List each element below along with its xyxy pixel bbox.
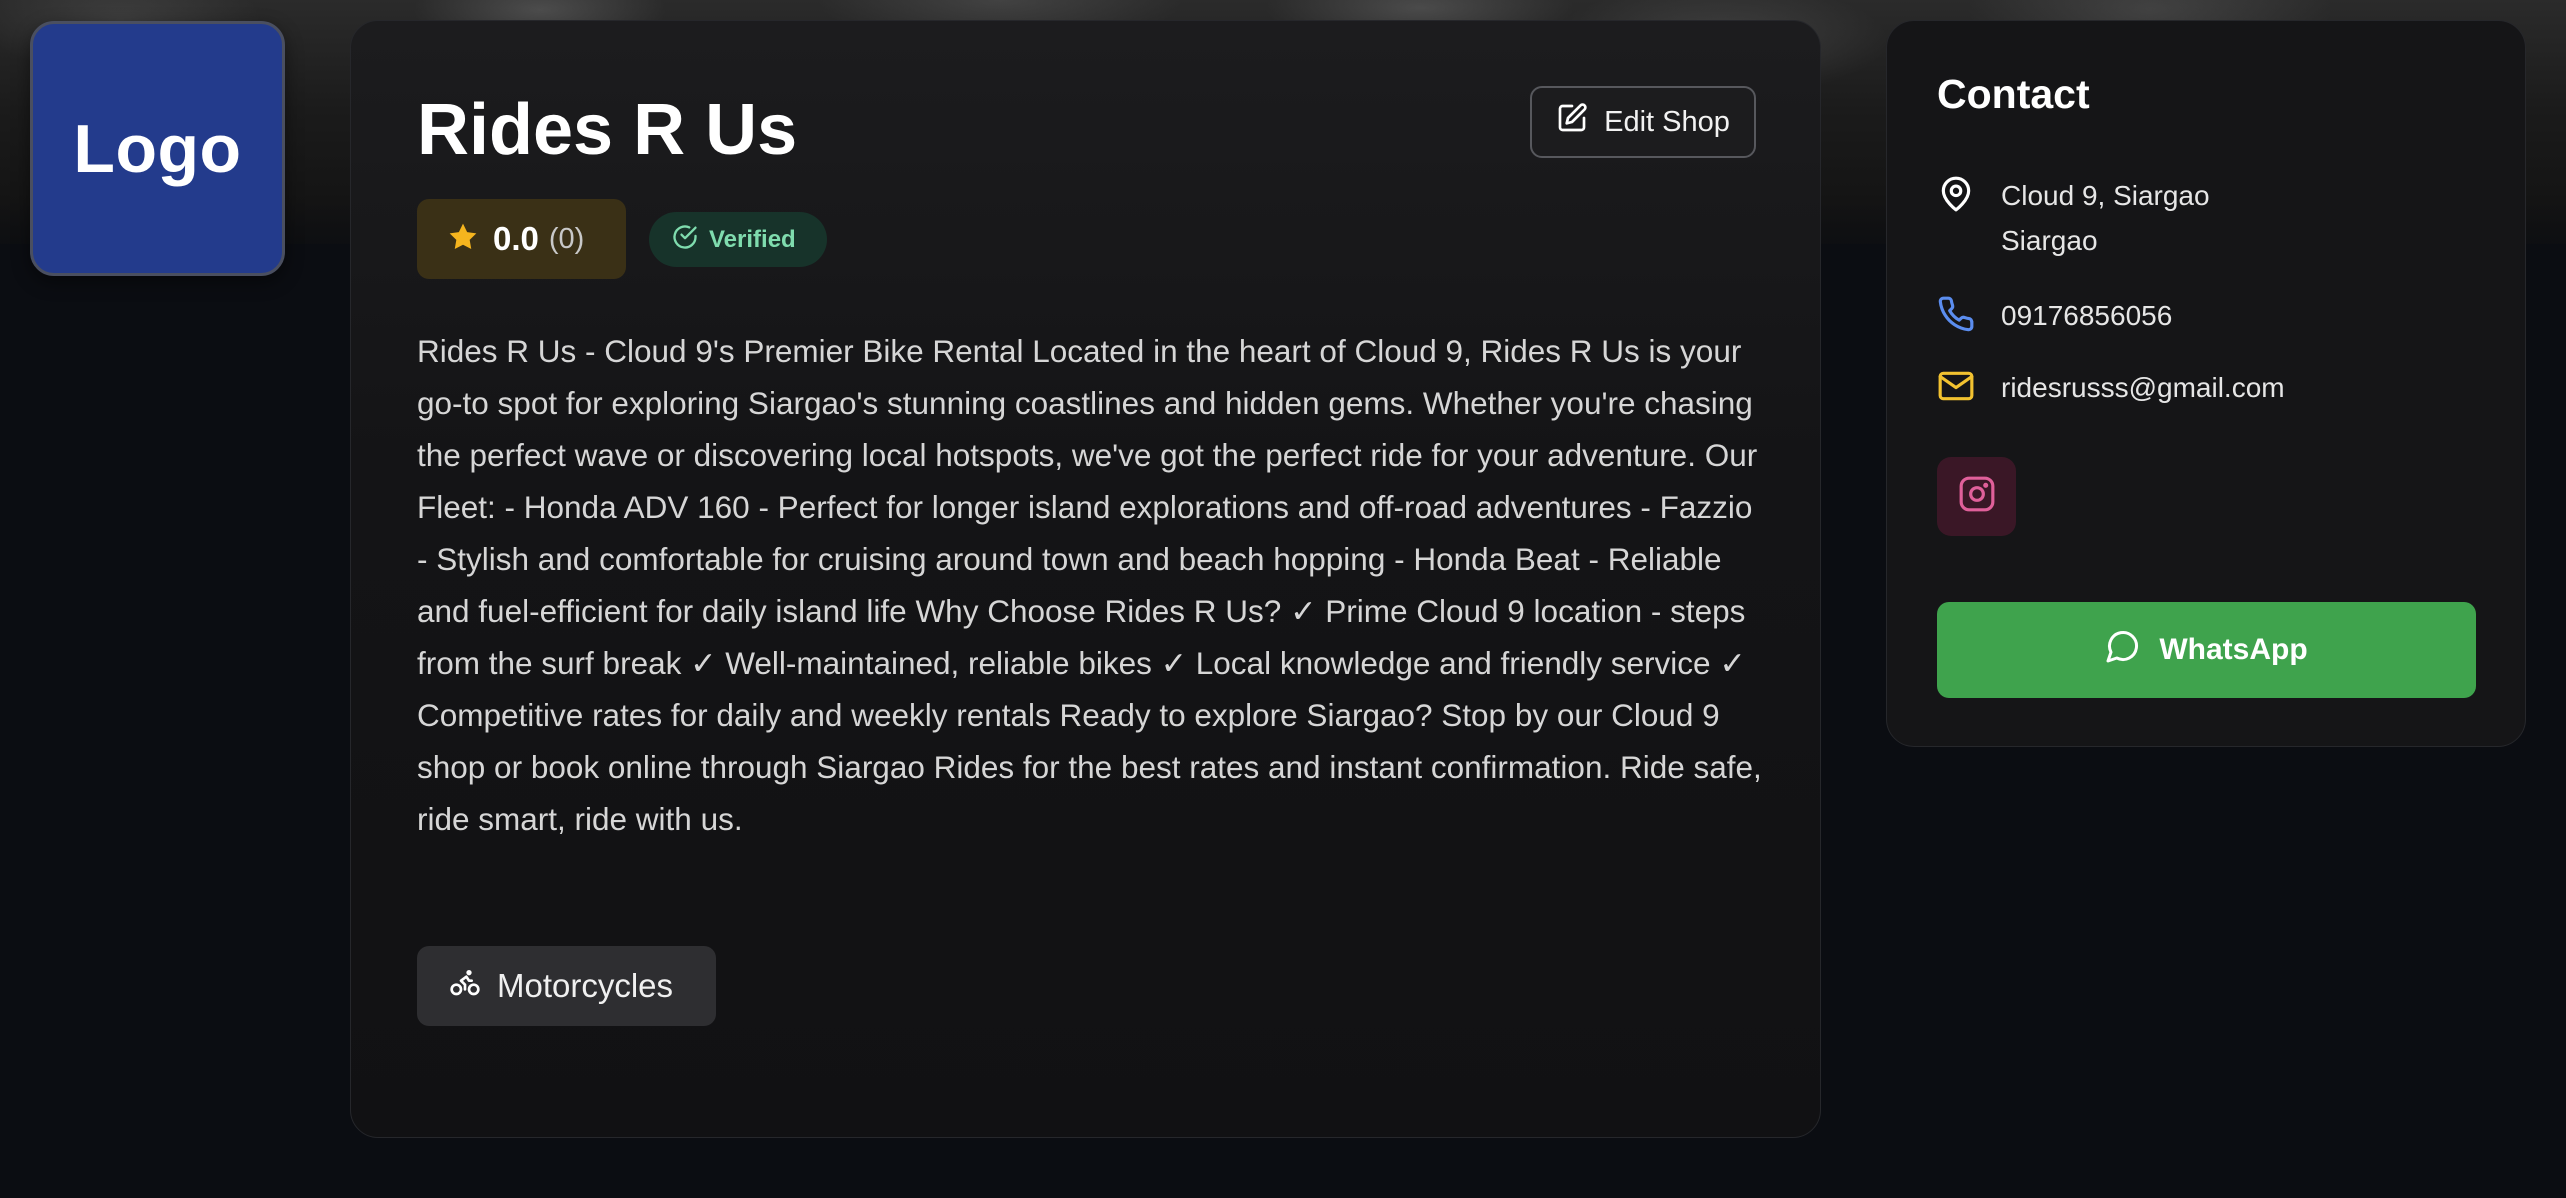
contact-address: Cloud 9, Siargao Siargao — [1937, 173, 2210, 263]
whatsapp-button[interactable]: WhatsApp — [1937, 602, 2476, 698]
logo-text: Logo — [73, 110, 242, 187]
message-circle-icon — [2105, 628, 2141, 672]
star-icon — [447, 221, 479, 258]
category-tag-motorcycles: Motorcycles — [417, 946, 716, 1026]
rating-badge: 0.0 (0) — [417, 199, 626, 279]
phone-number: 09176856056 — [2001, 300, 2173, 331]
shop-description: Rides R Us - Cloud 9's Premier Bike Rent… — [417, 333, 1762, 837]
rating-value: 0.0 — [493, 220, 539, 257]
whatsapp-label: WhatsApp — [2159, 633, 2308, 666]
category-label: Motorcycles — [497, 967, 674, 1004]
shop-logo: Logo — [30, 21, 285, 276]
instagram-icon — [1958, 475, 1996, 518]
rating-count: (0) — [548, 222, 585, 255]
mail-icon — [1937, 365, 1975, 410]
address-line-2: Siargao — [2001, 225, 2098, 256]
contact-phone[interactable]: 09176856056 — [1937, 293, 2172, 338]
contact-title: Contact — [1937, 71, 2090, 117]
bike-icon — [449, 966, 481, 1006]
contact-email[interactable]: ridesrusss@gmail.com — [1937, 365, 2285, 410]
phone-icon — [1937, 293, 1975, 338]
shop-page: Logo Rides R Us Edit Shop 0.0 (0) Verifi… — [0, 0, 2566, 1198]
verified-label: Verified — [709, 225, 796, 253]
check-circle-icon — [671, 223, 699, 256]
edit-shop-label: Edit Shop — [1604, 105, 1730, 138]
email-address: ridesrusss@gmail.com — [2001, 372, 2285, 403]
verified-badge: Verified — [649, 212, 827, 267]
edit-shop-button[interactable]: Edit Shop — [1530, 86, 1756, 158]
instagram-link-button[interactable] — [1937, 457, 2016, 536]
shop-details-card: Rides R Us Edit Shop 0.0 (0) Verified Ri… — [350, 20, 1821, 1138]
map-pin-icon — [1937, 173, 1975, 218]
shop-title: Rides R Us — [417, 90, 798, 170]
contact-card: Contact Cloud 9, Siargao Siargao 0917685… — [1886, 20, 2526, 747]
address-line-1: Cloud 9, Siargao — [2001, 180, 2210, 211]
edit-icon — [1556, 102, 1588, 142]
